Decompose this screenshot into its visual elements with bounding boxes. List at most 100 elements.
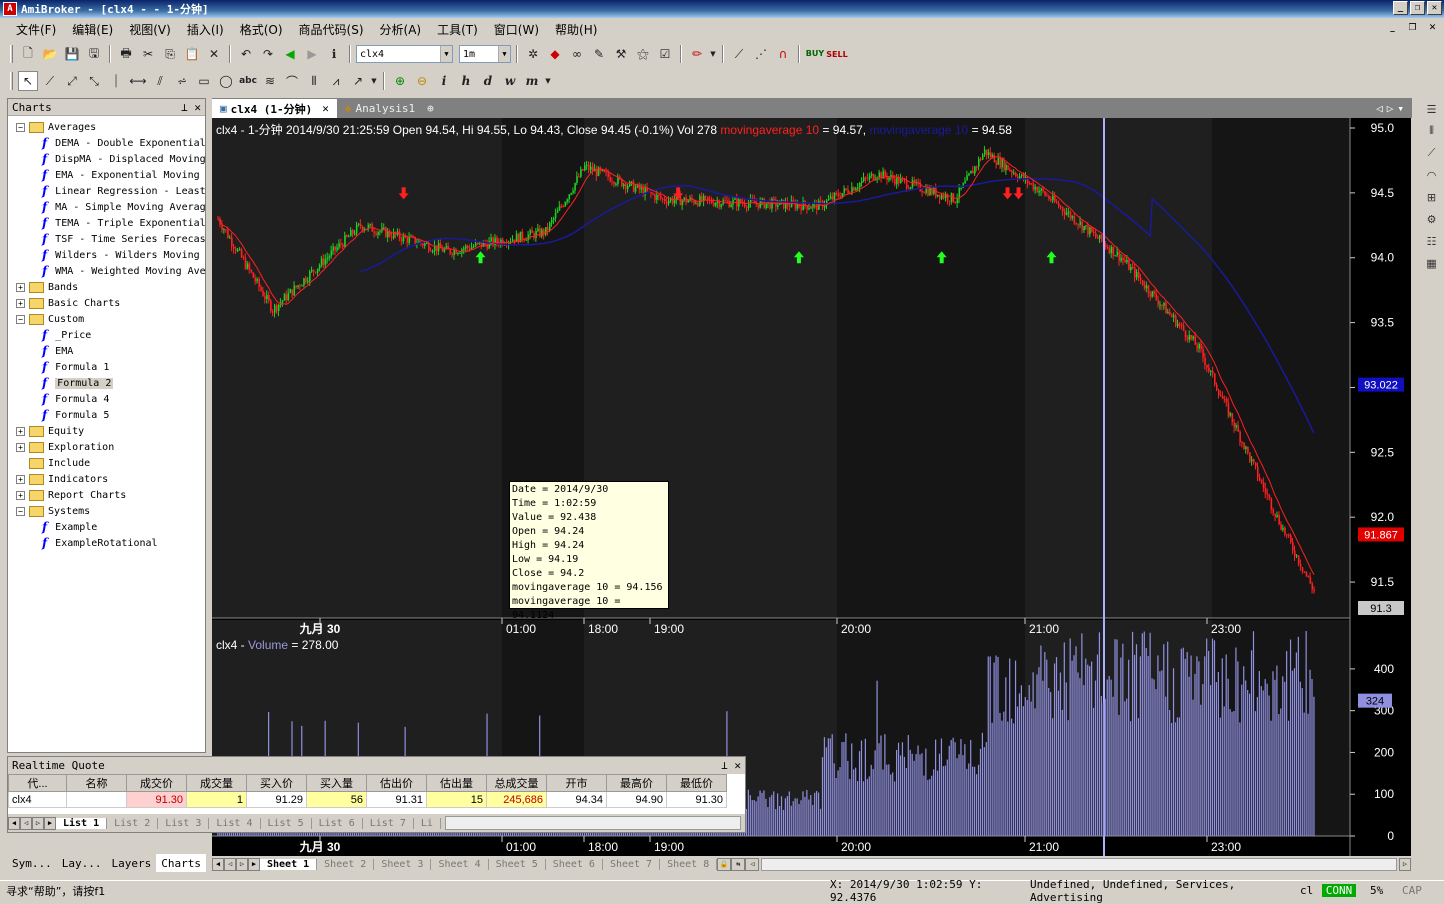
- chevron-down-icon[interactable]: ▼: [709, 44, 717, 64]
- optimize-icon[interactable]: ⚒: [611, 44, 631, 64]
- sheet-tool-icon[interactable]: ⇆: [731, 857, 746, 871]
- close-button[interactable]: ✕: [1427, 1, 1442, 15]
- menu-item-7[interactable]: 工具(T): [429, 21, 486, 38]
- draw-icon[interactable]: ⟋: [1423, 144, 1441, 162]
- quote-column-header[interactable]: 估出量: [426, 774, 487, 792]
- tree-node[interactable]: − Averages: [8, 119, 205, 135]
- tab-menu-icon[interactable]: ▾: [1397, 102, 1404, 115]
- table-row[interactable]: clx4 91.30 1 91.29 56 91.31 15 245,686 94.34 94.9…: [8, 791, 727, 808]
- sheet-tool-icon[interactable]: 🔒: [717, 857, 732, 871]
- wizard-icon[interactable]: ⚝: [633, 44, 653, 64]
- expand-icon[interactable]: +: [16, 282, 25, 292]
- zoom-out-icon[interactable]: ⊖: [412, 71, 432, 91]
- quote-column-header[interactable]: 最低价: [666, 774, 727, 792]
- tree-node[interactable]: f Linear Regression - Least: [8, 183, 205, 199]
- close-icon[interactable]: ✕: [194, 101, 201, 114]
- list-nav-icon[interactable]: ◀: [8, 816, 20, 830]
- quote-column-header[interactable]: 开市: [546, 774, 607, 792]
- tree-node[interactable]: Include: [8, 455, 205, 471]
- rectangle-icon[interactable]: ▭: [194, 71, 214, 91]
- sell-icon[interactable]: SELL: [826, 44, 847, 64]
- mdi-minimize-button[interactable]: _: [1385, 22, 1400, 36]
- zoom-in-icon[interactable]: ⊕: [390, 71, 410, 91]
- restore-button[interactable]: ❐: [1410, 1, 1425, 15]
- save-all-icon[interactable]: 🖫: [84, 44, 104, 64]
- tree-node[interactable]: + Indicators: [8, 471, 205, 487]
- tree-node[interactable]: f Formula 5: [8, 407, 205, 423]
- sheet-tab[interactable]: Sheet 5: [489, 858, 546, 870]
- sheet-tool-icon[interactable]: ◁: [745, 857, 760, 871]
- signal-icon[interactable]: ◠: [1423, 166, 1441, 184]
- undo-icon[interactable]: ↶: [236, 44, 256, 64]
- list-icon[interactable]: ☰: [1423, 100, 1441, 118]
- ray-icon[interactable]: ⤢: [62, 71, 82, 91]
- collapse-icon[interactable]: −: [16, 122, 25, 132]
- menu-item-2[interactable]: 视图(V): [121, 21, 179, 38]
- tree-node[interactable]: f _Price: [8, 327, 205, 343]
- interval-w-icon[interactable]: w: [500, 71, 520, 91]
- tab-next-icon[interactable]: ▷: [1387, 102, 1394, 115]
- tree-icon[interactable]: ⚙: [1423, 210, 1441, 228]
- chevron-down-icon[interactable]: ▼: [544, 71, 552, 91]
- sheet-tab[interactable]: Sheet 8: [660, 858, 718, 870]
- line-thick-icon[interactable]: ⟋: [729, 44, 749, 64]
- tree-node[interactable]: − Custom: [8, 311, 205, 327]
- forward-icon[interactable]: ▶: [302, 44, 322, 64]
- ellipse-icon[interactable]: ◯: [216, 71, 236, 91]
- expand-icon[interactable]: +: [16, 426, 25, 436]
- left-tab[interactable]: Sym...: [7, 854, 57, 872]
- parallel-lines-icon[interactable]: ⫽: [150, 71, 170, 91]
- arrow-icon[interactable]: ↗: [348, 71, 368, 91]
- line-dotted-icon[interactable]: ⋰: [751, 44, 771, 64]
- tree-node[interactable]: f TEMA - Triple Exponential: [8, 215, 205, 231]
- edit-formula-icon[interactable]: ✎: [589, 44, 609, 64]
- quote-column-header[interactable]: 买入量: [306, 774, 367, 792]
- sheet-tab[interactable]: Sheet 6: [546, 858, 603, 870]
- sheet-tab[interactable]: Sheet 7: [603, 858, 661, 870]
- chart-hscrollbar[interactable]: [761, 857, 1397, 871]
- horizontal-line-icon[interactable]: ⟷: [128, 71, 148, 91]
- redo-icon[interactable]: ↷: [258, 44, 278, 64]
- list-scrollbar[interactable]: [444, 816, 741, 830]
- cycles-icon[interactable]: ⦀: [304, 71, 324, 91]
- left-tab[interactable]: Charts: [156, 854, 206, 872]
- quote-column-header[interactable]: 估出价: [366, 774, 427, 792]
- paste-icon[interactable]: 📋: [182, 44, 202, 64]
- menu-item-0[interactable]: 文件(F): [8, 21, 64, 38]
- menu-item-6[interactable]: 分析(A): [372, 21, 430, 38]
- sheet-nav-icon[interactable]: ◁: [224, 857, 236, 871]
- sheet-nav-icon[interactable]: ▷: [236, 857, 248, 871]
- columns-icon[interactable]: ⦀: [1423, 122, 1441, 140]
- quote-column-header[interactable]: 买入价: [246, 774, 307, 792]
- tree-node[interactable]: − Systems: [8, 503, 205, 519]
- tree-node[interactable]: f DispMA - Displaced Moving: [8, 151, 205, 167]
- mdi-close-button[interactable]: ✕: [1425, 22, 1440, 36]
- minimize-button[interactable]: _: [1393, 1, 1408, 15]
- save-icon[interactable]: 💾: [62, 44, 82, 64]
- zigzag-icon[interactable]: ⩘: [326, 71, 346, 91]
- quote-column-header[interactable]: 成交价: [126, 774, 187, 792]
- list-tab[interactable]: List 4: [209, 817, 261, 829]
- interval-m-icon[interactable]: m: [522, 71, 542, 91]
- quote-column-header[interactable]: 总成交量: [486, 774, 547, 792]
- list-nav-icon[interactable]: ◁: [20, 816, 32, 830]
- back-icon[interactable]: ◀: [280, 44, 300, 64]
- interval-h-icon[interactable]: h: [456, 71, 476, 91]
- expand-icon[interactable]: +: [16, 298, 25, 308]
- tab-prev-icon[interactable]: ◁: [1376, 102, 1383, 115]
- chevron-down-icon[interactable]: ▼: [440, 46, 452, 62]
- tree-node[interactable]: + Report Charts: [8, 487, 205, 503]
- tree-node[interactable]: f TSF - Time Series Forecas: [8, 231, 205, 247]
- tree-node[interactable]: f WMA - Weighted Moving Ave: [8, 263, 205, 279]
- trendline-icon[interactable]: ⟋: [40, 71, 60, 91]
- tree-node[interactable]: f Formula 1: [8, 359, 205, 375]
- mdi-restore-button[interactable]: ❐: [1405, 22, 1420, 36]
- select-arrow-icon[interactable]: ↖: [18, 71, 38, 91]
- collapse-icon[interactable]: −: [16, 314, 25, 324]
- menu-item-5[interactable]: 商品代码(S): [291, 21, 372, 38]
- arc-icon[interactable]: ⌒: [282, 71, 302, 91]
- gear-icon[interactable]: ✲: [523, 44, 543, 64]
- tree-node[interactable]: f Formula 4: [8, 391, 205, 407]
- extended-line-icon[interactable]: ⤡: [84, 71, 104, 91]
- symbol-combo[interactable]: clx4 ▼: [356, 45, 453, 63]
